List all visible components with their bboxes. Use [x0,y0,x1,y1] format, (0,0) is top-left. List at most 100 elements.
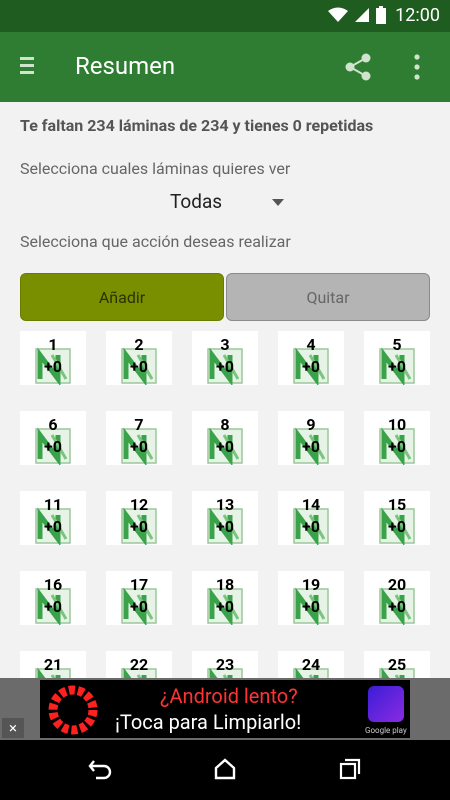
sticker-count: +0 [130,437,148,456]
sticker-number: 22 [129,655,149,674]
cleaner-ring-icon [48,685,98,735]
sticker-card[interactable]: 13 +0 [192,491,258,545]
sticker-card[interactable]: 25 [364,651,430,678]
wifi-icon [328,7,348,22]
sticker-card[interactable]: 15 +0 [364,491,430,545]
app-bar: Resumen [0,32,450,102]
sticker-count: +0 [216,597,234,616]
sticker-count: +0 [216,357,234,376]
remove-button[interactable]: Quitar [226,273,430,321]
sticker-card[interactable]: 6 +0 [20,411,86,465]
sticker-card[interactable]: 3 +0 [192,331,258,385]
sticker-count: +0 [302,357,320,376]
sticker-number: 21 [43,655,63,674]
sticker-number: 6 [48,415,58,434]
back-icon[interactable] [88,758,112,780]
sticker-card[interactable]: 7 +0 [106,411,172,465]
sticker-card[interactable]: 24 [278,651,344,678]
action-label: Selecciona que acción deseas realizar [20,232,291,251]
sticker-number: 1 [48,335,58,354]
sticker-number: 7 [134,415,144,434]
sticker-number: 16 [43,575,63,594]
sticker-number: 11 [43,495,63,514]
sticker-count: +0 [302,597,320,616]
sticker-number: 8 [220,415,230,434]
sticker-card[interactable]: 22 [106,651,172,678]
sticker-card[interactable]: 11 +0 [20,491,86,545]
sticker-number: 5 [392,335,402,354]
sticker-card[interactable]: 19 +0 [278,571,344,625]
navigation-bar [0,740,450,800]
ad-content[interactable]: ¿Android lento? ¡Toca para Limpiarlo! Go… [40,680,410,738]
status-bar: 12:00 [0,0,450,32]
sticker-card[interactable]: 18 +0 [192,571,258,625]
google-play-badge: Google play [365,726,407,735]
home-icon[interactable] [214,758,236,780]
sticker-card[interactable]: 12 +0 [106,491,172,545]
sticker-count: +0 [302,517,320,536]
sticker-number: 10 [387,415,407,434]
sticker-number: 4 [306,335,316,354]
sticker-card[interactable]: 4 +0 [278,331,344,385]
status-time: 12:00 [395,5,440,26]
sticker-card[interactable]: 17 +0 [106,571,172,625]
sticker-card[interactable]: 8 +0 [192,411,258,465]
sticker-count: +0 [302,437,320,456]
sticker-number: 18 [215,575,235,594]
ad-banner[interactable]: ¿Android lento? ¡Toca para Limpiarlo! Go… [0,678,450,740]
sticker-count: +0 [44,597,62,616]
sticker-number: 12 [129,495,149,514]
sticker-card[interactable]: 20 +0 [364,571,430,625]
sticker-count: +0 [216,517,234,536]
sticker-number: 9 [306,415,316,434]
add-button[interactable]: Añadir [20,273,224,321]
sticker-card[interactable]: 23 [192,651,258,678]
sticker-count: +0 [130,357,148,376]
sticker-count: +0 [388,517,406,536]
share-icon[interactable] [343,52,373,82]
sticker-card[interactable]: 21 [20,651,86,678]
sticker-number: 23 [215,655,235,674]
sticker-number: 14 [301,495,321,514]
more-options-icon[interactable] [412,52,422,82]
summary-text: Te faltan 234 láminas de 234 y tienes 0 … [20,116,374,135]
sticker-card[interactable]: 10 +0 [364,411,430,465]
sticker-number: 20 [387,575,407,594]
sticker-number: 2 [134,335,144,354]
sticker-count: +0 [44,517,62,536]
recent-apps-icon[interactable] [339,758,361,780]
sticker-card[interactable]: 5 +0 [364,331,430,385]
sticker-number: 13 [215,495,235,514]
filter-dropdown[interactable]: Todas [170,190,290,220]
sticker-count: +0 [44,437,62,456]
ad-close-button[interactable]: × [2,718,24,738]
ad-subline: ¡Toca para Limpiarlo! [115,710,302,734]
sticker-number: 17 [129,575,149,594]
sticker-count: +0 [216,437,234,456]
page-title: Resumen [75,52,176,80]
sticker-card[interactable]: 16 +0 [20,571,86,625]
filter-label: Selecciona cuales láminas quieres ver [20,159,291,178]
sticker-count: +0 [388,437,406,456]
menu-icon[interactable] [20,56,34,76]
dropdown-arrow-icon [272,199,284,206]
status-icons [328,6,386,24]
sticker-number: 25 [387,655,407,674]
ad-headline: ¿Android lento? [160,684,298,708]
sticker-count: +0 [130,517,148,536]
sticker-card[interactable]: 14 +0 [278,491,344,545]
signal-icon [355,8,369,22]
sticker-card[interactable]: 1 +0 [20,331,86,385]
sticker-count: +0 [44,357,62,376]
ad-app-logo-icon [368,686,404,722]
battery-icon [376,6,386,24]
sticker-card[interactable]: 9 +0 [278,411,344,465]
main-content: Te faltan 234 láminas de 234 y tienes 0 … [0,102,450,678]
sticker-number: 15 [387,495,407,514]
sticker-count: +0 [130,597,148,616]
sticker-number: 3 [220,335,230,354]
sticker-count: +0 [388,597,406,616]
sticker-count: +0 [388,357,406,376]
sticker-card[interactable]: 2 +0 [106,331,172,385]
sticker-number: 24 [301,655,321,674]
